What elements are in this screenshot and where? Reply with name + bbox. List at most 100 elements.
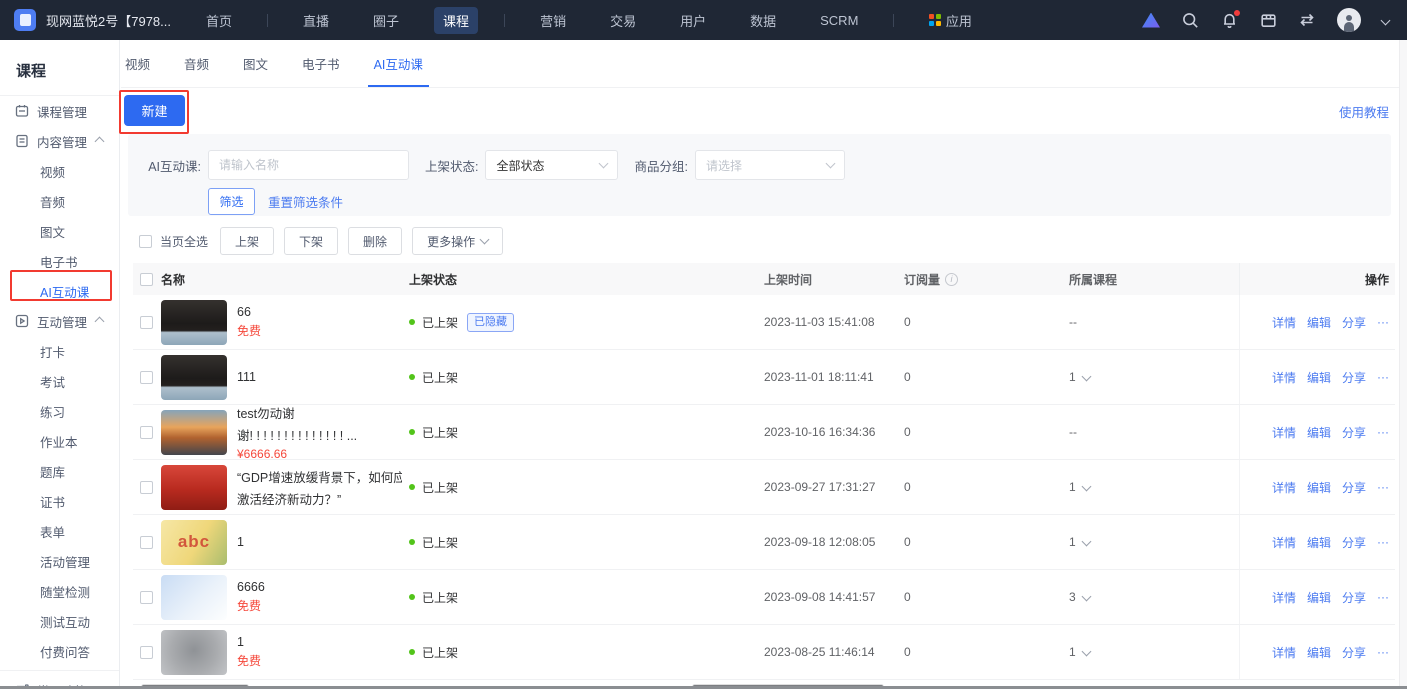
sidebar-item-练习[interactable]: 练习 (0, 396, 119, 426)
sidebar-item-常用功能[interactable]: 常用功能 (0, 675, 119, 686)
chevron-down-icon[interactable] (1081, 591, 1091, 601)
edit-link[interactable]: 编辑 (1307, 589, 1331, 606)
tab-视频[interactable]: 视频 (125, 40, 150, 87)
tutorial-link[interactable]: 使用教程 (1339, 102, 1389, 121)
detail-link[interactable]: 详情 (1272, 479, 1296, 496)
bell-icon[interactable] (1220, 11, 1238, 29)
row-checkbox[interactable] (140, 591, 153, 604)
nav-item-SCRM[interactable]: SCRM (811, 9, 867, 32)
more-row-actions-link[interactable]: ··· (1377, 425, 1389, 439)
more-row-actions-link[interactable]: ··· (1377, 315, 1389, 329)
switch-icon[interactable] (1298, 11, 1316, 29)
nav-item-课程[interactable]: 课程 (434, 7, 478, 34)
edit-link[interactable]: 编辑 (1307, 644, 1331, 661)
sidebar-item-付费问答[interactable]: 付费问答 (0, 636, 119, 666)
sidebar-item-证书[interactable]: 证书 (0, 486, 119, 516)
reset-filter-link[interactable]: 重置筛选条件 (268, 192, 343, 211)
chevron-down-icon[interactable] (1081, 646, 1091, 656)
filter-button[interactable]: 筛选 (208, 188, 255, 215)
row-checkbox[interactable] (140, 646, 153, 659)
tab-电子书[interactable]: 电子书 (302, 40, 340, 87)
sidebar-item-打卡[interactable]: 打卡 (0, 336, 119, 366)
share-link[interactable]: 分享 (1342, 369, 1366, 386)
sidebar-item-互动管理[interactable]: 互动管理 (0, 306, 119, 336)
tab-图文[interactable]: 图文 (243, 40, 268, 87)
sidebar-item-视频[interactable]: 视频 (0, 156, 119, 186)
brand-triangle-logo[interactable] (1142, 13, 1160, 28)
sidebar-item-电子书[interactable]: 电子书 (0, 246, 119, 276)
workspace-logo-icon[interactable] (14, 9, 36, 31)
share-link[interactable]: 分享 (1342, 589, 1366, 606)
share-link[interactable]: 分享 (1342, 534, 1366, 551)
more-row-actions-link[interactable]: ··· (1377, 480, 1389, 494)
sidebar-item-作业本[interactable]: 作业本 (0, 426, 119, 456)
sidebar-item-课程管理[interactable]: 课程管理 (0, 96, 119, 126)
share-link[interactable]: 分享 (1342, 479, 1366, 496)
account-chevron-down-icon[interactable] (1381, 15, 1391, 25)
edit-link[interactable]: 编辑 (1307, 314, 1331, 331)
status-select[interactable]: 全部状态 (485, 150, 618, 180)
detail-link[interactable]: 详情 (1272, 369, 1296, 386)
tab-音频[interactable]: 音频 (184, 40, 209, 87)
row-checkbox[interactable] (140, 426, 153, 439)
course-name-input[interactable] (208, 150, 409, 180)
row-checkbox[interactable] (140, 371, 153, 384)
more-row-actions-link[interactable]: ··· (1377, 535, 1389, 549)
edit-link[interactable]: 编辑 (1307, 479, 1331, 496)
group-select[interactable]: 请选择 (695, 150, 845, 180)
sidebar-item-图文[interactable]: 图文 (0, 216, 119, 246)
more-row-actions-link[interactable]: ··· (1377, 645, 1389, 659)
unpublish-button[interactable]: 下架 (284, 227, 338, 255)
more-row-actions-link[interactable]: ··· (1377, 590, 1389, 604)
detail-link[interactable]: 详情 (1272, 424, 1296, 441)
row-checkbox[interactable] (140, 316, 153, 329)
publish-button[interactable]: 上架 (220, 227, 274, 255)
edit-link[interactable]: 编辑 (1307, 369, 1331, 386)
sidebar-item-考试[interactable]: 考试 (0, 366, 119, 396)
header-checkbox[interactable] (140, 273, 153, 286)
vertical-scrollbar[interactable] (1399, 40, 1407, 686)
delete-button[interactable]: 删除 (348, 227, 402, 255)
search-icon[interactable] (1181, 11, 1199, 29)
share-link[interactable]: 分享 (1342, 314, 1366, 331)
sidebar-item-label: 视频 (40, 162, 65, 181)
sidebar-item-音频[interactable]: 音频 (0, 186, 119, 216)
sidebar-item-随堂检测[interactable]: 随堂检测 (0, 576, 119, 606)
workspace-title[interactable]: 现网蓝悦2号【7978... (46, 11, 171, 30)
nav-item-直播[interactable]: 直播 (294, 7, 338, 34)
nav-item-圈子[interactable]: 圈子 (364, 7, 408, 34)
edit-link[interactable]: 编辑 (1307, 424, 1331, 441)
detail-link[interactable]: 详情 (1272, 314, 1296, 331)
select-all-checkbox[interactable] (139, 235, 152, 248)
more-actions-button[interactable]: 更多操作 (412, 227, 503, 255)
sidebar-item-内容管理[interactable]: 内容管理 (0, 126, 119, 156)
create-button[interactable]: 新建 (124, 95, 185, 126)
nav-item-应用[interactable]: 应用 (920, 7, 981, 34)
detail-link[interactable]: 详情 (1272, 534, 1296, 551)
info-circle-icon[interactable] (945, 273, 958, 286)
nav-item-交易[interactable]: 交易 (601, 7, 645, 34)
workbench-icon[interactable] (1259, 11, 1277, 29)
row-checkbox[interactable] (140, 481, 153, 494)
sidebar-item-AI互动课[interactable]: AI互动课 (0, 276, 119, 306)
nav-item-首页[interactable]: 首页 (197, 7, 241, 34)
nav-item-用户[interactable]: 用户 (671, 7, 715, 34)
sidebar-item-测试互动[interactable]: 测试互动 (0, 606, 119, 636)
chevron-down-icon[interactable] (1081, 536, 1091, 546)
nav-item-营销[interactable]: 营销 (531, 7, 575, 34)
share-link[interactable]: 分享 (1342, 424, 1366, 441)
row-checkbox[interactable] (140, 536, 153, 549)
edit-link[interactable]: 编辑 (1307, 534, 1331, 551)
sidebar-item-表单[interactable]: 表单 (0, 516, 119, 546)
avatar[interactable] (1337, 8, 1361, 32)
detail-link[interactable]: 详情 (1272, 644, 1296, 661)
tab-AI互动课[interactable]: AI互动课 (374, 40, 423, 87)
sidebar-item-活动管理[interactable]: 活动管理 (0, 546, 119, 576)
chevron-down-icon[interactable] (1081, 481, 1091, 491)
detail-link[interactable]: 详情 (1272, 589, 1296, 606)
more-row-actions-link[interactable]: ··· (1377, 370, 1389, 384)
share-link[interactable]: 分享 (1342, 644, 1366, 661)
sidebar-item-题库[interactable]: 题库 (0, 456, 119, 486)
nav-item-数据[interactable]: 数据 (741, 7, 785, 34)
chevron-down-icon[interactable] (1081, 371, 1091, 381)
